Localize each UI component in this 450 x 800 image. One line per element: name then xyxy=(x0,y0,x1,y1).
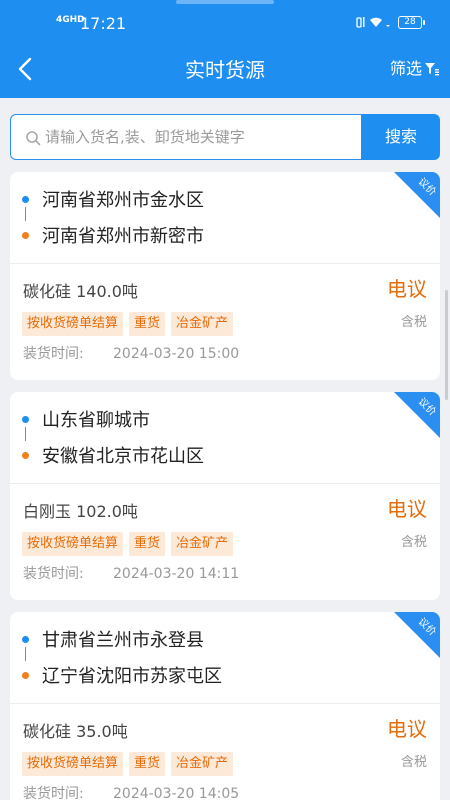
goods-info: 碳化硅 35.0吨 xyxy=(23,722,128,741)
wifi-icon xyxy=(356,15,394,32)
destination-city: 安徽省北京市花山区 xyxy=(42,446,204,467)
route-section: 甘肃省兰州市永登县 辽宁省沈阳市苏家屯区 议价 xyxy=(10,612,440,704)
cargo-card[interactable]: 甘肃省兰州市永登县 辽宁省沈阳市苏家屯区 议价 碳化硅 35.0吨 按收货磅单结… xyxy=(10,612,440,800)
price-label: 电议 xyxy=(387,717,427,741)
search-field[interactable] xyxy=(10,114,362,160)
destination-city: 河南省郑州市新密市 xyxy=(42,226,204,247)
cargo-tag: 冶金矿产 xyxy=(171,532,234,556)
cargo-card[interactable]: 河南省郑州市金水区 河南省郑州市新密市 议价 碳化硅 140.0吨 按收货磅单结… xyxy=(10,172,440,380)
bargain-ribbon: 议价 xyxy=(394,172,440,218)
tax-label: 含税 xyxy=(401,535,428,550)
cargo-tag: 重货 xyxy=(129,532,166,556)
destination-dot xyxy=(22,672,29,679)
origin-city: 甘肃省兰州市永登县 xyxy=(42,630,204,651)
tag-list: 按收货磅单结算 重货 冶金矿产 xyxy=(22,752,234,776)
cargo-tag: 冶金矿产 xyxy=(171,312,234,336)
route-section: 河南省郑州市金水区 河南省郑州市新密市 议价 xyxy=(10,172,440,264)
destination-dot xyxy=(22,232,29,239)
origin-dot xyxy=(22,416,29,423)
app-header: 4GHD 17:21 28 实时货源 筛选 xyxy=(0,0,450,98)
load-time-value: 2024-03-20 15:00 xyxy=(113,346,240,362)
load-time-value: 2024-03-20 14:11 xyxy=(113,566,240,582)
load-time-label: 装货时间: xyxy=(23,566,84,582)
price-label: 电议 xyxy=(387,497,427,521)
load-time-label: 装货时间: xyxy=(23,346,84,362)
status-bar: 4GHD 17:21 28 xyxy=(0,0,450,46)
search-button[interactable]: 搜索 xyxy=(362,114,440,160)
route-line xyxy=(25,427,26,441)
origin-city: 河南省郑州市金水区 xyxy=(42,190,204,211)
battery-icon: 28 xyxy=(398,16,425,29)
cargo-tag: 按收货磅单结算 xyxy=(22,312,124,336)
search-input[interactable] xyxy=(45,123,355,151)
cargo-tag: 冶金矿产 xyxy=(171,752,234,776)
filter-icon xyxy=(425,63,440,76)
scrollbar[interactable] xyxy=(445,290,448,400)
status-time: 17:21 xyxy=(80,14,127,33)
goods-info: 碳化硅 140.0吨 xyxy=(23,282,138,301)
price-label: 电议 xyxy=(387,277,427,301)
bargain-ribbon: 议价 xyxy=(394,392,440,438)
route-line xyxy=(25,207,26,221)
route-section: 山东省聊城市 安徽省北京市花山区 议价 xyxy=(10,392,440,484)
route-line xyxy=(25,647,26,661)
origin-dot xyxy=(22,196,29,203)
filter-button[interactable]: 筛选 xyxy=(390,58,440,80)
origin-city: 山东省聊城市 xyxy=(42,410,150,431)
destination-city: 辽宁省沈阳市苏家屯区 xyxy=(42,666,222,687)
tag-list: 按收货磅单结算 重货 冶金矿产 xyxy=(22,532,234,556)
load-time-value: 2024-03-20 14:05 xyxy=(113,786,240,800)
notch-indicator xyxy=(176,0,274,4)
cargo-tag: 重货 xyxy=(129,312,166,336)
load-time-label: 装货时间: xyxy=(23,786,84,800)
tax-label: 含税 xyxy=(401,755,428,770)
cargo-tag: 按收货磅单结算 xyxy=(22,752,124,776)
cargo-tag: 按收货磅单结算 xyxy=(22,532,124,556)
bargain-ribbon: 议价 xyxy=(394,612,440,658)
filter-label: 筛选 xyxy=(390,59,423,78)
origin-dot xyxy=(22,636,29,643)
page-title: 实时货源 xyxy=(185,58,265,82)
cargo-tag: 重货 xyxy=(129,752,166,776)
search-icon xyxy=(26,131,41,146)
tag-list: 按收货磅单结算 重货 冶金矿产 xyxy=(22,312,234,336)
goods-info: 白刚玉 102.0吨 xyxy=(23,502,138,521)
cargo-card[interactable]: 山东省聊城市 安徽省北京市花山区 议价 白刚玉 102.0吨 按收货磅单结算 重货… xyxy=(10,392,440,600)
search-bar: 搜索 xyxy=(10,114,440,160)
destination-dot xyxy=(22,452,29,459)
tax-label: 含税 xyxy=(401,315,428,330)
